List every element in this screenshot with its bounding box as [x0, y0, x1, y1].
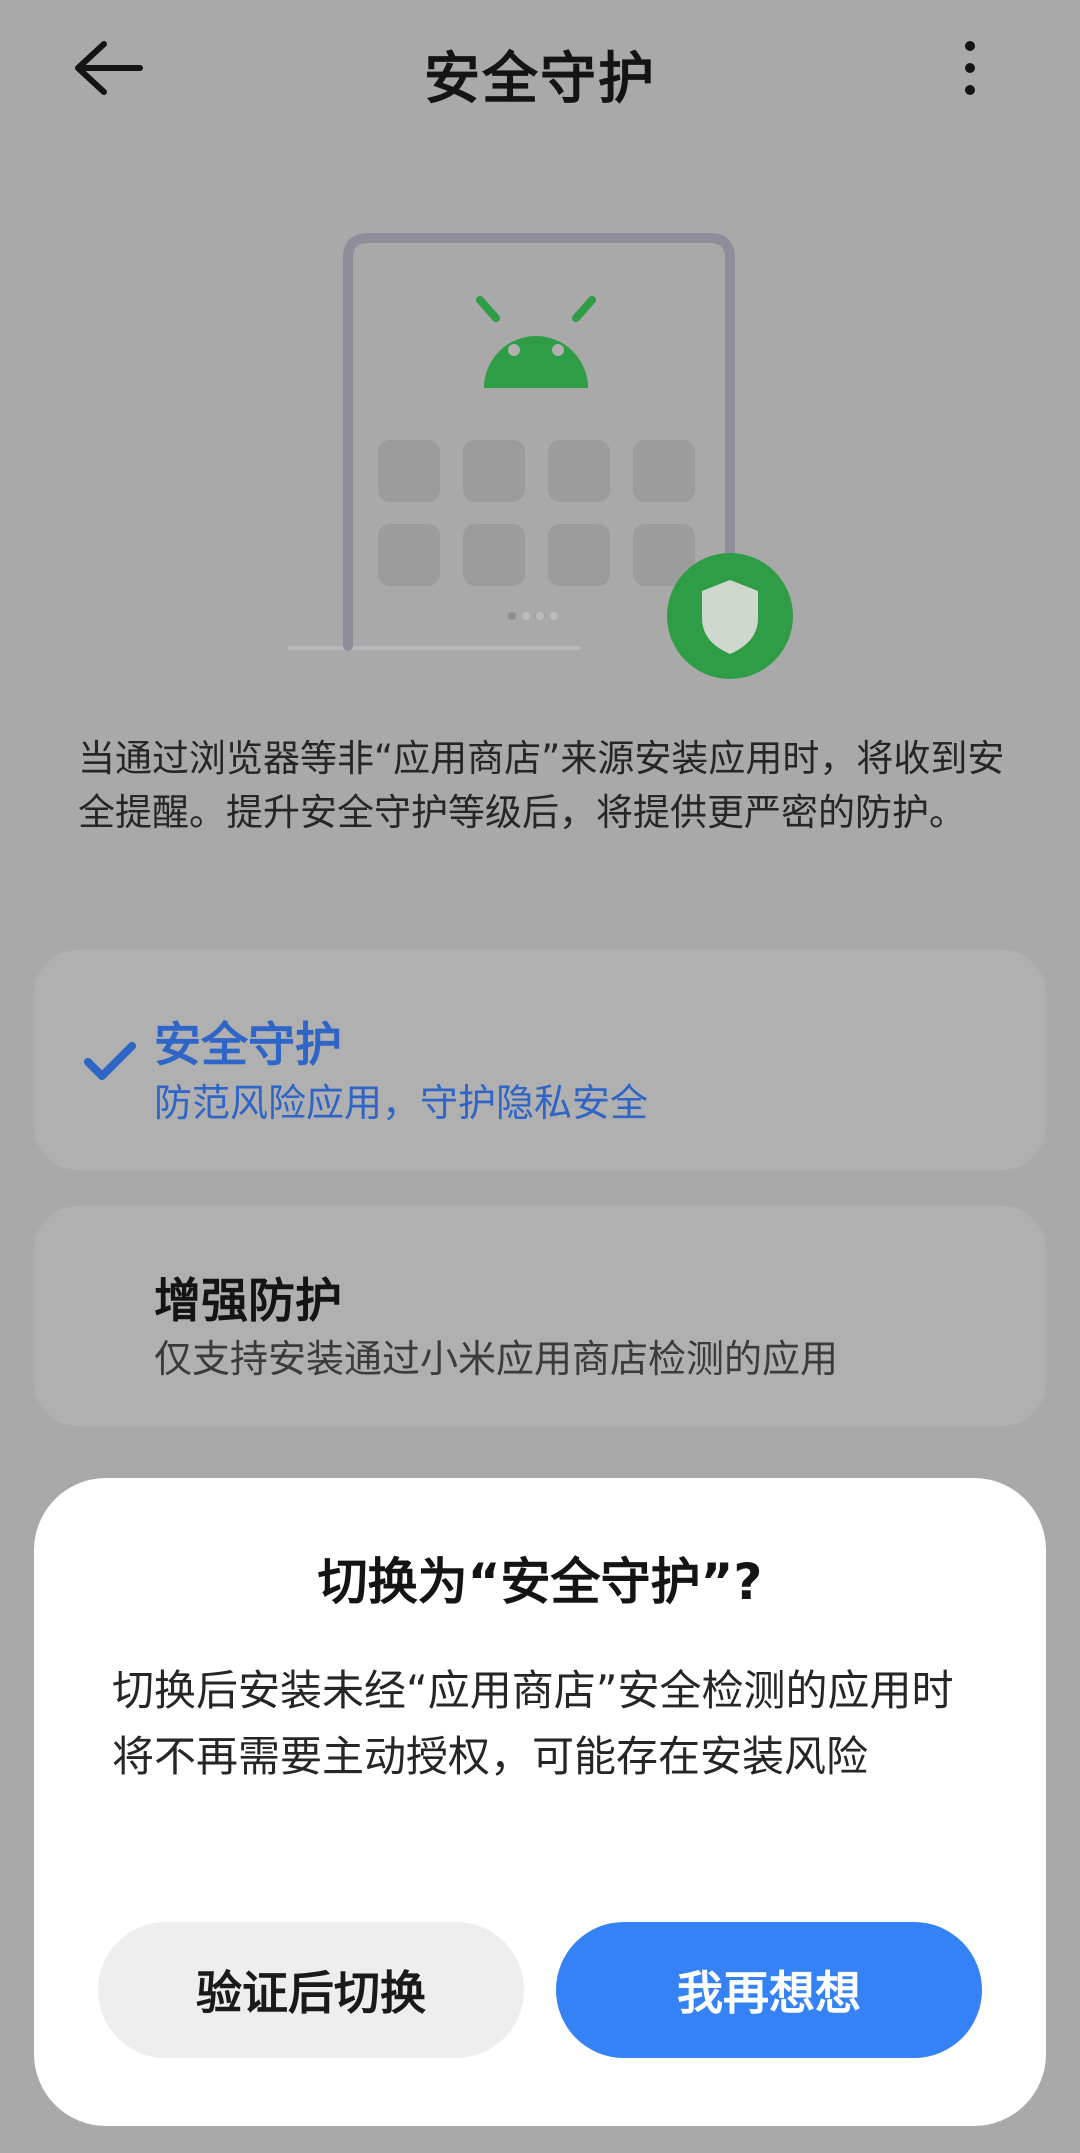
android-robot-icon: [476, 296, 596, 388]
option-security-guard[interactable]: 安全守护 防范风险应用，守护隐私安全: [34, 950, 1046, 1170]
option-title: 增强防护: [154, 1274, 342, 1329]
option-subtitle: 仅支持安装通过小米应用商店检测的应用: [154, 1337, 839, 1381]
option-title: 安全守护: [154, 1018, 342, 1073]
dialog-message: 切换后安装未经“应用商店”安全检测的应用时将不再需要主动授权，可能存在安装风险: [112, 1666, 954, 1781]
page-indicator-dots: [508, 612, 558, 620]
confirm-dialog: 切换为“安全守护”? 切换后安装未经“应用商店”安全检测的应用时将不再需要主动授…: [34, 1478, 1046, 2126]
page-title: 安全守护: [424, 47, 656, 112]
checkmark-icon: [84, 1042, 136, 1080]
reconsider-button[interactable]: 我再想想: [556, 1922, 982, 2058]
app-tiles: [378, 440, 695, 586]
top-bar: 安全守护: [0, 0, 1080, 140]
more-vertical-icon: [965, 41, 975, 95]
more-button[interactable]: [950, 36, 990, 100]
option-enhanced-protection[interactable]: 增强防护 仅支持安装通过小米应用商店检测的应用: [34, 1206, 1046, 1426]
description-text: 当通过浏览器等非“应用商店”来源安装应用时，将收到安全提醒。提升安全守护等级后，…: [78, 737, 1005, 834]
verify-and-switch-button[interactable]: 验证后切换: [98, 1922, 524, 2058]
option-subtitle: 防范风险应用，守护隐私安全: [154, 1081, 649, 1125]
dialog-title: 切换为“安全守护”?: [317, 1553, 763, 1611]
security-illustration: [280, 228, 820, 688]
shield-icon: [667, 553, 793, 679]
